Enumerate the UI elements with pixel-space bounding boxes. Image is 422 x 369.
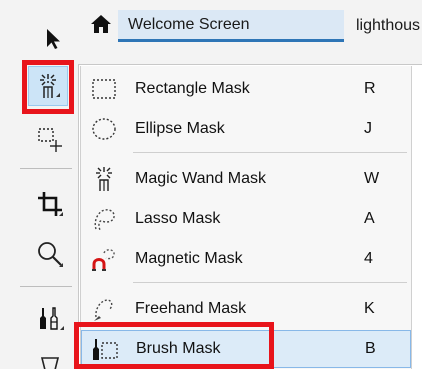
menu-item-shortcut: A bbox=[364, 210, 375, 227]
ellipse-mask-icon bbox=[87, 112, 121, 146]
tab-welcome-screen[interactable]: Welcome Screen bbox=[118, 10, 344, 42]
pick-tool[interactable] bbox=[38, 22, 68, 56]
toolbar-divider bbox=[20, 286, 72, 287]
arrow-cursor-icon bbox=[47, 29, 60, 49]
zoom-tool[interactable] bbox=[30, 236, 70, 272]
mask-transform-icon bbox=[38, 128, 62, 152]
crop-icon bbox=[38, 192, 63, 216]
brush-mask-highlight bbox=[74, 322, 274, 369]
tab-label: lighthous bbox=[356, 17, 421, 34]
menu-item-magic-wand-mask[interactable]: Magic Wand Mask W bbox=[81, 160, 411, 198]
fill-tool[interactable] bbox=[30, 350, 70, 369]
menu-item-label: Freehand Mask bbox=[135, 300, 247, 317]
brush-tools[interactable] bbox=[30, 300, 70, 336]
home-tab[interactable] bbox=[90, 14, 112, 39]
mask-transform-tool[interactable] bbox=[30, 122, 70, 158]
menu-item-label: Magnetic Mask bbox=[135, 250, 243, 267]
tab-lighthouse[interactable]: lighthous bbox=[348, 10, 422, 42]
menu-item-shortcut: 4 bbox=[364, 250, 373, 267]
magnetic-lasso-icon bbox=[87, 242, 121, 276]
menu-divider bbox=[133, 282, 407, 283]
fill-icon bbox=[40, 356, 60, 369]
menu-item-lasso-mask[interactable]: Lasso Mask A bbox=[81, 200, 411, 238]
menu-item-label: Magic Wand Mask bbox=[135, 170, 266, 187]
toolbox bbox=[0, 0, 79, 369]
rectangle-mask-icon bbox=[87, 72, 121, 106]
magnifier-icon bbox=[38, 242, 63, 267]
menu-item-shortcut: R bbox=[364, 80, 376, 97]
menu-item-label: Lasso Mask bbox=[135, 210, 221, 227]
toolbar-divider bbox=[20, 168, 72, 169]
menu-divider bbox=[133, 152, 407, 153]
menu-item-magnetic-mask[interactable]: Magnetic Mask 4 bbox=[81, 240, 411, 278]
lasso-icon bbox=[87, 202, 121, 236]
menu-item-shortcut: J bbox=[364, 120, 372, 137]
home-icon bbox=[91, 15, 111, 33]
document-tab-bar: Welcome Screen lighthous bbox=[78, 0, 422, 65]
crop-tool[interactable] bbox=[30, 186, 70, 222]
mask-tool-highlight bbox=[22, 60, 74, 114]
menu-item-shortcut: W bbox=[364, 170, 380, 187]
brush-tools-icon bbox=[40, 307, 64, 330]
menu-item-rectangle-mask[interactable]: Rectangle Mask R bbox=[81, 70, 411, 108]
magic-wand-icon bbox=[87, 162, 121, 196]
freehand-mask-icon bbox=[87, 292, 121, 326]
menu-item-ellipse-mask[interactable]: Ellipse Mask J bbox=[81, 110, 411, 148]
menu-item-shortcut: B bbox=[365, 340, 376, 357]
menu-item-label: Rectangle Mask bbox=[135, 80, 250, 97]
menu-item-shortcut: K bbox=[364, 300, 375, 317]
tab-label: Welcome Screen bbox=[128, 15, 250, 33]
menu-item-label: Ellipse Mask bbox=[135, 120, 225, 137]
